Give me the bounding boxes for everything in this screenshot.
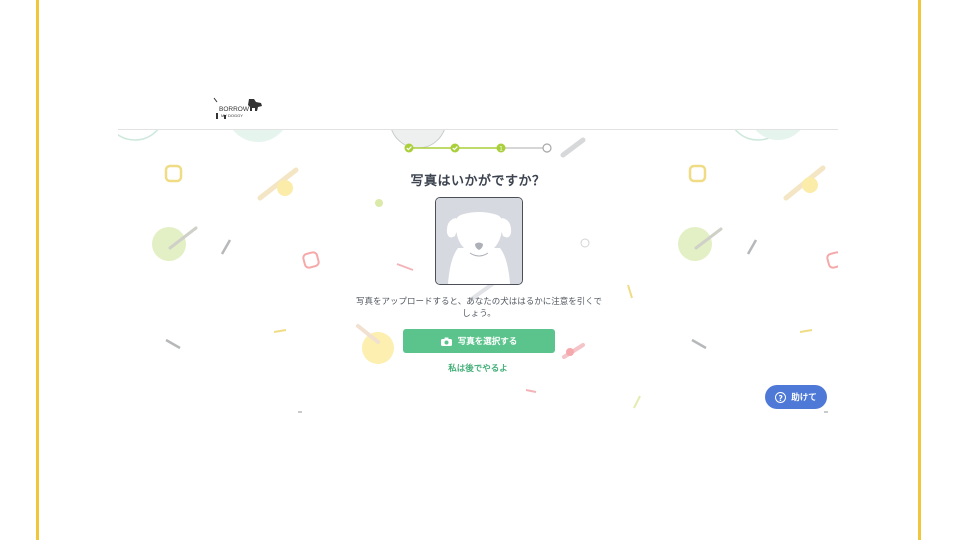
photo-step-panel: 写真はいかがですか？ 写真をアップロードすると、あなたの犬ははるかに注意を引くで… — [118, 84, 838, 414]
photo-placeholder[interactable] — [435, 197, 523, 285]
photo-description: 写真をアップロードすると、あなたの犬ははるかに注意を引くでしょう。 — [356, 297, 602, 319]
do-later-link[interactable]: 私は後でやるよ — [118, 362, 838, 374]
help-button[interactable]: ? 助けて — [765, 385, 827, 409]
select-photo-button[interactable]: 写真を選択する — [403, 329, 555, 353]
help-button-label: 助けて — [791, 393, 817, 403]
camera-icon — [440, 337, 452, 346]
app-frame: BORROW MY DOGGY 1 写真はいかがですか？ 写真をアップロードする… — [118, 84, 838, 414]
right-edge-bar — [918, 0, 921, 540]
left-edge-bar — [36, 0, 39, 540]
select-photo-button-label: 写真を選択する — [457, 337, 518, 347]
page-title: 写真はいかがですか？ — [410, 174, 546, 189]
question-circle-icon: ? — [775, 391, 787, 403]
dog-silhouette-icon — [436, 198, 522, 284]
